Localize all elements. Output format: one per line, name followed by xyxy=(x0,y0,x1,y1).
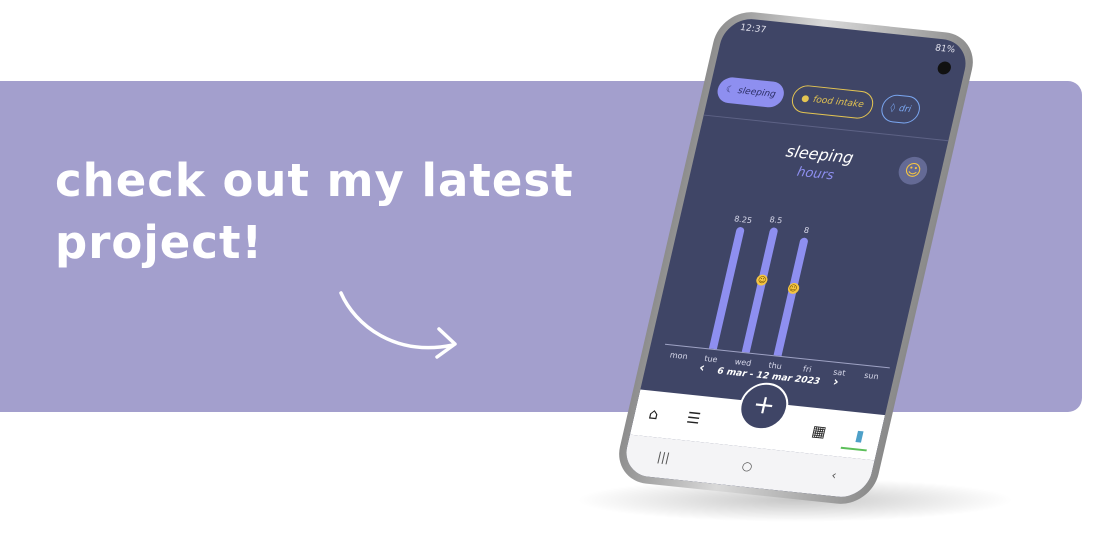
headline-line-2: project! xyxy=(55,216,263,269)
chart-bar-thu[interactable] xyxy=(773,237,809,357)
mood-marker-icon: ☺ xyxy=(786,281,800,294)
camera-hole xyxy=(936,60,953,76)
drop-icon: ◊ xyxy=(889,103,897,114)
food-icon: ● xyxy=(800,93,811,105)
chart-bar-tue[interactable] xyxy=(709,226,746,350)
curved-arrow-icon xyxy=(339,291,457,359)
status-battery: 81% xyxy=(933,43,957,56)
recents-icon[interactable]: ||| xyxy=(656,450,671,465)
stats-icon[interactable]: ▮ xyxy=(854,426,866,445)
list-icon[interactable]: ☰ xyxy=(685,409,702,428)
mood-marker-icon: ☺ xyxy=(755,274,769,286)
bar-value-label: 8 xyxy=(802,225,810,236)
home-button-icon[interactable]: ○ xyxy=(740,459,754,474)
next-week-button[interactable]: › xyxy=(832,375,841,390)
moon-icon: ☾ xyxy=(724,84,736,96)
active-tab-indicator xyxy=(840,446,867,452)
home-icon[interactable]: ⌂ xyxy=(647,405,661,424)
category-chips: ☾ sleeping ● food intake ◊ dri xyxy=(714,76,926,125)
chip-label: dri xyxy=(897,104,912,116)
status-bar: 12:37 81% xyxy=(722,16,971,61)
chip-food-intake[interactable]: ● food intake xyxy=(789,83,876,120)
prev-week-button[interactable]: ‹ xyxy=(698,361,707,376)
chip-label: food intake xyxy=(811,95,865,111)
status-time: 12:37 xyxy=(738,22,768,36)
chip-label: sleeping xyxy=(736,86,777,100)
chart-bar-wed[interactable] xyxy=(741,226,779,353)
chip-drink[interactable]: ◊ dri xyxy=(878,93,923,125)
headline-line-1: check out my latest xyxy=(55,154,574,207)
back-icon[interactable]: ‹ xyxy=(830,468,838,482)
bar-value-label: 8.25 xyxy=(733,214,753,226)
calendar-icon[interactable]: ▦ xyxy=(810,422,828,441)
headline: check out my latest project! xyxy=(55,150,615,274)
chip-sleeping[interactable]: ☾ sleeping xyxy=(714,76,787,109)
